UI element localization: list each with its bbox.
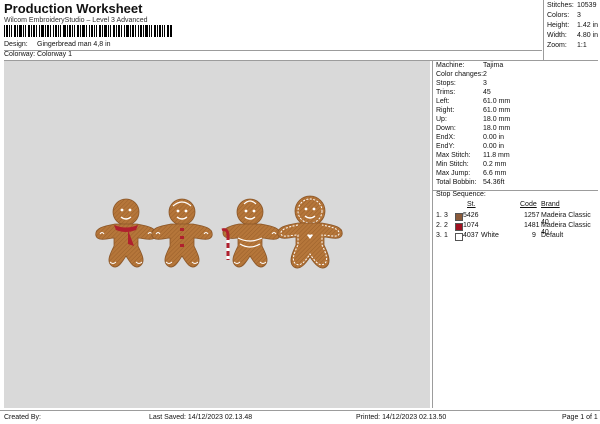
stitches-value: 10539 — [577, 2, 597, 9]
zoom-label: Zoom: — [547, 42, 567, 49]
row-thread: 1074 — [463, 222, 479, 229]
max-jump-value: 6.6 mm — [483, 170, 507, 177]
gingerbread-man-3 — [221, 198, 281, 268]
software-subtitle: Wilcom EmbroideryStudio – Level 3 Advanc… — [4, 17, 148, 24]
endx-value: 0.00 in — [483, 134, 505, 141]
min-stitch-value: 0.2 mm — [483, 161, 507, 168]
gingerbread-artwork — [95, 195, 343, 269]
row-stop: 2 — [444, 222, 448, 229]
total-bobbin-value: 54.36ft — [483, 179, 505, 186]
up-label: Up: — [436, 116, 447, 123]
colorway-row: Colorway: Colorway 1 — [0, 51, 540, 60]
design-label: Design: — [4, 41, 28, 48]
row-number: 1. — [436, 212, 442, 219]
design-row: Design: Gingerbread man 4,8 in — [0, 41, 540, 50]
divider — [0, 410, 600, 411]
row-thread: 5426 — [463, 212, 479, 219]
endy-value: 0.00 in — [483, 143, 505, 150]
width-value: 4.80 in — [577, 32, 599, 39]
page-number: Page 1 of 1 — [562, 414, 598, 421]
endy-label: EndY: — [436, 143, 455, 150]
row-stop: 1 — [444, 232, 448, 239]
divider — [543, 0, 544, 60]
barcode — [4, 25, 172, 37]
machine-label: Machine: — [436, 62, 465, 69]
min-stitch-label: Min Stitch: — [436, 161, 469, 168]
stops-value: 3 — [483, 80, 487, 87]
trims-value: 45 — [483, 89, 491, 96]
right-value: 61.0 mm — [483, 107, 511, 114]
row-stitches: 9 — [532, 232, 536, 239]
max-stitch-label: Max Stitch: — [436, 152, 471, 159]
stops-label: Stops: — [436, 80, 456, 87]
endx-label: EndX: — [436, 134, 456, 141]
right-label: Right: — [436, 107, 455, 114]
column-header-code: Code — [520, 201, 537, 208]
colors-value: 3 — [577, 12, 581, 19]
gingerbread-man-1 — [95, 198, 157, 268]
row-color-name: White — [481, 232, 499, 239]
color-swatch — [455, 213, 463, 221]
down-value: 18.0 mm — [483, 125, 511, 132]
design-value: Gingerbread man 4,8 in — [37, 41, 111, 48]
zoom-value: 1:1 — [577, 42, 587, 49]
left-value: 61.0 mm — [483, 98, 511, 105]
stitches-label: Stitches: — [547, 2, 574, 9]
trims-label: Trims: — [436, 89, 456, 96]
color-swatch — [455, 223, 463, 231]
column-header-brand: Brand — [541, 201, 560, 208]
height-value: 1.42 in — [577, 22, 599, 29]
gingerbread-man-2 — [151, 198, 213, 268]
machine-value: Tajima — [483, 62, 504, 69]
down-label: Down: — [436, 125, 456, 132]
row-code: Default — [541, 232, 564, 239]
total-bobbin-label: Total Bobbin: — [436, 179, 477, 186]
gingerbread-man-4 — [277, 195, 343, 269]
color-changes-label: Color changes: — [436, 71, 484, 78]
colors-label: Colors: — [547, 12, 570, 19]
row-stop: 3 — [444, 212, 448, 219]
max-jump-label: Max Jump: — [436, 170, 471, 177]
row-number: 3. — [436, 232, 442, 239]
last-saved: Last Saved: 14/12/2023 02.13.48 — [149, 414, 253, 421]
printed-date: Printed: 14/12/2023 02.13.50 — [356, 414, 447, 421]
max-stitch-value: 11.8 mm — [483, 152, 510, 159]
row-stitches: 1257 — [524, 212, 540, 219]
created-by: Created By: — [4, 414, 41, 421]
color-changes-value: 2 — [483, 71, 487, 78]
height-label: Height: — [547, 22, 570, 29]
colorway-value: Colorway 1 — [37, 51, 73, 58]
colorway-label: Colorway: — [4, 51, 36, 58]
design-preview — [4, 61, 430, 408]
row-stitches: 1481 — [524, 222, 540, 229]
row-number: 2. — [436, 222, 442, 229]
row-thread: 4037 — [463, 232, 479, 239]
divider — [432, 61, 433, 408]
stop-sequence-title: Stop Sequence: — [436, 191, 486, 198]
left-label: Left: — [436, 98, 450, 105]
up-value: 18.0 mm — [483, 116, 511, 123]
width-label: Width: — [547, 32, 567, 39]
column-header-st: St. — [467, 201, 476, 208]
color-swatch — [455, 233, 463, 241]
page-title: Production Worksheet — [4, 1, 143, 16]
